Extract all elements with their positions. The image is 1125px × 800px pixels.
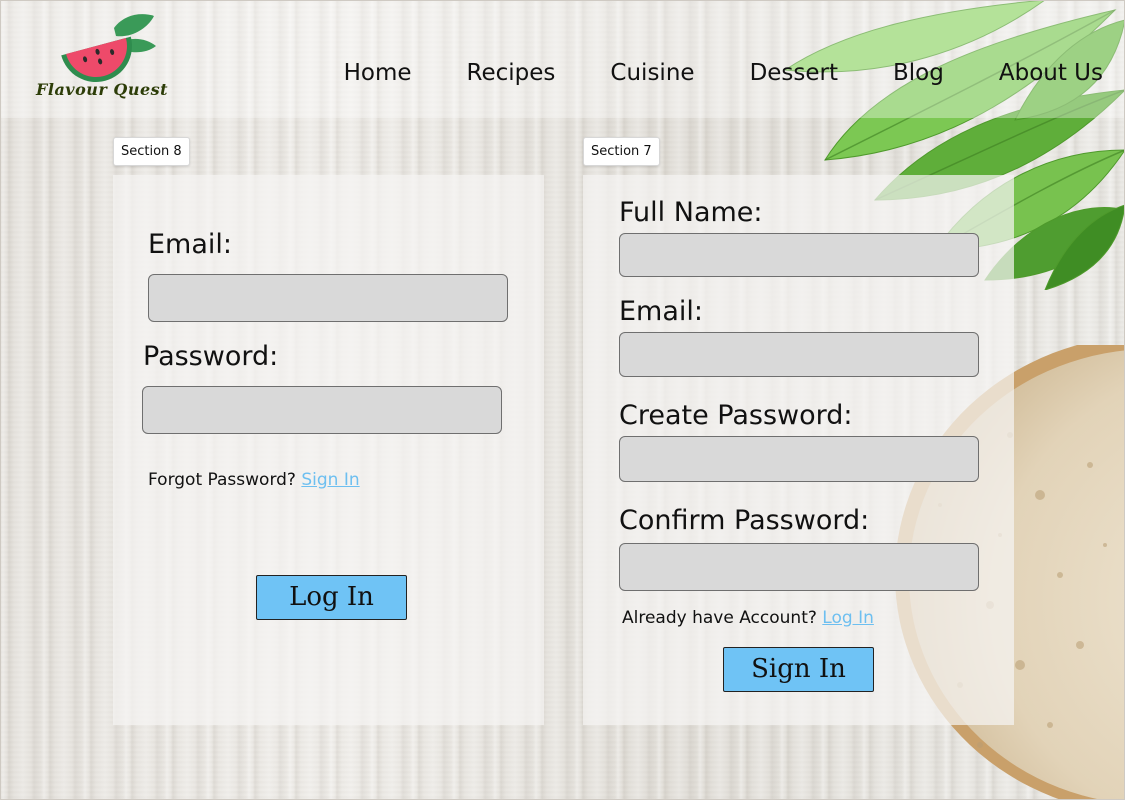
login-panel: Email: Password: Forgot Password? Sign I… bbox=[113, 175, 544, 725]
have-account-text: Already have Account? bbox=[622, 608, 817, 628]
signup-email-label: Email: bbox=[619, 296, 704, 327]
brand-logo[interactable]: Flavour Quest bbox=[30, 8, 170, 108]
signin-button[interactable]: Sign In bbox=[723, 647, 874, 692]
forgot-password-row: Forgot Password? Sign In bbox=[148, 470, 360, 490]
nav-blog[interactable]: Blog bbox=[893, 60, 944, 86]
login-link[interactable]: Log In bbox=[822, 608, 874, 628]
nav-home[interactable]: Home bbox=[344, 60, 412, 86]
section-tag-login: Section 8 bbox=[113, 137, 190, 166]
forgot-password-text: Forgot Password? bbox=[148, 470, 296, 490]
create-password-input[interactable] bbox=[619, 436, 979, 482]
nav-about-us[interactable]: About Us bbox=[999, 60, 1103, 86]
forgot-password-link[interactable]: Sign In bbox=[301, 470, 359, 490]
confirm-password-input[interactable] bbox=[619, 543, 979, 591]
have-account-row: Already have Account? Log In bbox=[622, 608, 874, 628]
signup-panel: Full Name: Email: Create Password: Confi… bbox=[583, 175, 1014, 725]
login-button[interactable]: Log In bbox=[256, 575, 407, 620]
login-password-input[interactable] bbox=[142, 386, 502, 434]
fullname-input[interactable] bbox=[619, 233, 979, 277]
brand-name: Flavour Quest bbox=[36, 80, 169, 99]
create-password-label: Create Password: bbox=[619, 400, 853, 431]
site-header: Flavour Quest Home Recipes Cuisine Desse… bbox=[0, 0, 1125, 118]
login-email-label: Email: bbox=[148, 229, 233, 260]
fullname-label: Full Name: bbox=[619, 197, 763, 228]
confirm-password-label: Confirm Password: bbox=[619, 505, 870, 536]
login-email-input[interactable] bbox=[148, 274, 508, 322]
section-tag-signup: Section 7 bbox=[583, 137, 660, 166]
login-password-label: Password: bbox=[143, 341, 279, 372]
signup-email-input[interactable] bbox=[619, 332, 979, 377]
nav-dessert[interactable]: Dessert bbox=[750, 60, 838, 86]
main-nav: Home Recipes Cuisine Dessert Blog About … bbox=[344, 60, 1103, 86]
nav-recipes[interactable]: Recipes bbox=[467, 60, 556, 86]
nav-cuisine[interactable]: Cuisine bbox=[610, 60, 694, 86]
watermelon-logo-icon bbox=[61, 14, 156, 82]
